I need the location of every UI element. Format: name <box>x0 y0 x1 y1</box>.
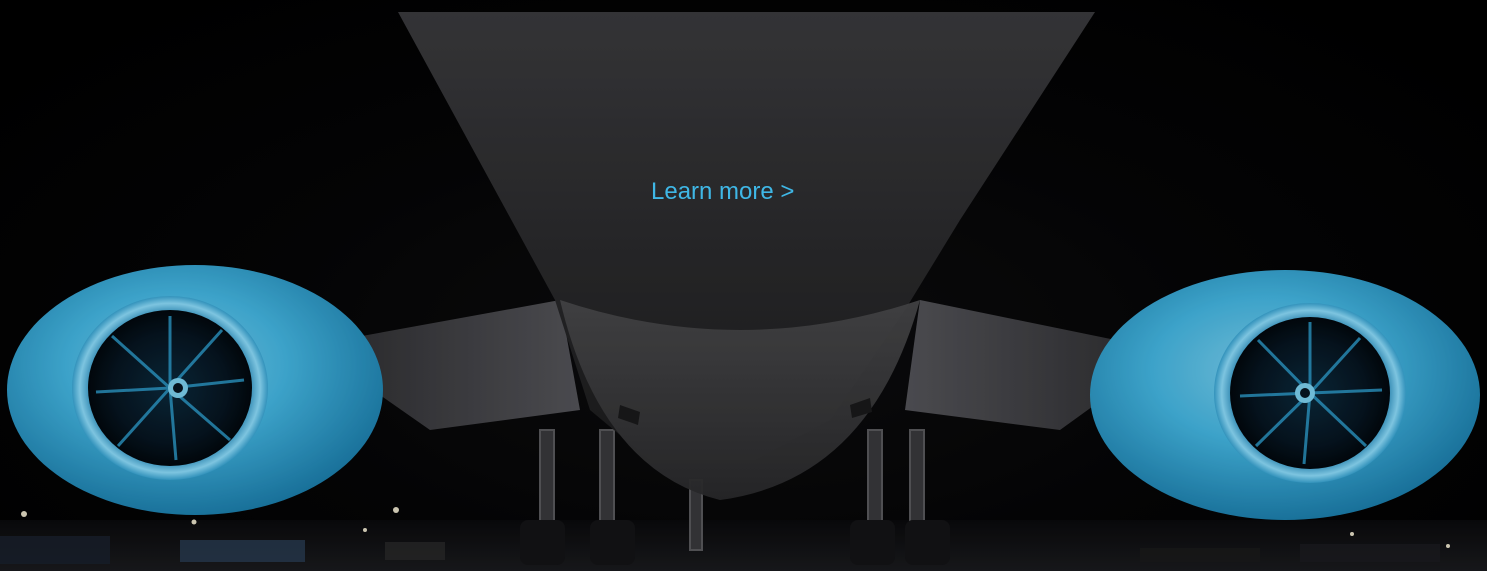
learn-more-link[interactable]: Learn more > <box>651 176 821 208</box>
hero-banner: Learn more > <box>0 0 1487 571</box>
hero-image-aircraft <box>0 0 1487 571</box>
